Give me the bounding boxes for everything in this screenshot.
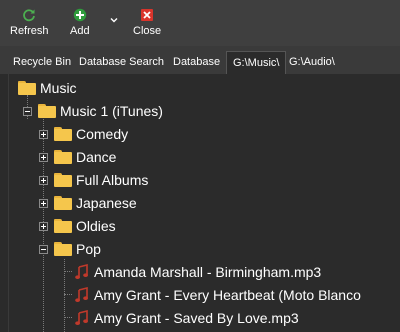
collapse-icon[interactable]	[39, 244, 48, 254]
folder-icon	[54, 219, 72, 233]
folder-icon	[54, 173, 72, 187]
refresh-button[interactable]: Refresh	[10, 8, 49, 42]
refresh-label: Refresh	[10, 25, 49, 37]
tree-item-comedy[interactable]: Comedy	[39, 123, 128, 145]
tree-item-pop[interactable]: Pop	[39, 238, 101, 260]
tab-recycle-bin[interactable]: Recycle Bin	[7, 51, 77, 74]
tab-g-audio[interactable]: G:\Audio\	[283, 51, 341, 74]
expand-icon[interactable]	[39, 129, 48, 139]
toolbar: Refresh Add Close	[0, 0, 400, 46]
tree-item-label: Japanese	[76, 195, 137, 211]
music-note-icon	[75, 310, 88, 325]
tree-file-item[interactable]: Amy Grant - Every Heartbeat (Moto Blanco	[74, 284, 361, 306]
close-label: Close	[133, 25, 162, 37]
tree-item-label: Music 1 (iTunes)	[60, 103, 163, 119]
folder-icon	[54, 196, 72, 210]
tree-item-label: Music	[40, 80, 77, 96]
tree-item-music[interactable]: Music	[18, 77, 77, 99]
add-dropdown-chevron-down-icon[interactable]	[109, 12, 119, 23]
tree-item-label: Pop	[76, 241, 101, 257]
tree-item-label: Dance	[76, 149, 117, 165]
tree-guide	[64, 294, 72, 295]
folder-tree: Music Music 1 (iTunes) Comedy Dance Full…	[0, 74, 400, 332]
folder-icon	[18, 81, 36, 95]
folder-icon	[54, 127, 72, 141]
expand-icon[interactable]	[39, 152, 48, 162]
file-label: Amanda Marshall - Birmingham.mp3	[94, 264, 322, 280]
tree-file-item[interactable]: Amanda Marshall - Birmingham.mp3	[74, 261, 321, 283]
expand-icon[interactable]	[39, 221, 48, 231]
tab-database[interactable]: Database	[167, 51, 226, 74]
tree-guide	[64, 271, 72, 272]
tree-item-label: Comedy	[76, 126, 129, 142]
tree-item-oldies[interactable]: Oldies	[39, 215, 116, 237]
tree-item-japanese[interactable]: Japanese	[39, 192, 137, 214]
tab-bar: Recycle Bin Database Search Database G:\…	[0, 46, 400, 74]
refresh-icon	[22, 8, 36, 22]
tree-guide	[64, 317, 72, 318]
folder-icon	[54, 242, 72, 256]
tree-item-label: Full Albums	[76, 172, 149, 188]
folder-icon	[54, 150, 72, 164]
expand-icon[interactable]	[39, 175, 48, 185]
add-button[interactable]: Add	[70, 8, 90, 42]
tree-item-full-albums[interactable]: Full Albums	[39, 169, 148, 191]
file-label: Amy Grant - Saved By Love.mp3	[94, 310, 299, 326]
collapse-icon[interactable]	[23, 106, 32, 116]
add-icon	[73, 8, 87, 22]
expand-icon[interactable]	[39, 198, 48, 208]
tree-item-music-1-itunes[interactable]: Music 1 (iTunes)	[23, 100, 163, 122]
tree-file-item[interactable]: Amy Grant - Saved By Love.mp3	[74, 307, 299, 329]
music-note-icon	[75, 264, 88, 279]
tree-item-label: Oldies	[76, 218, 116, 234]
close-icon	[140, 8, 154, 22]
music-note-icon	[75, 287, 88, 302]
tree-guide	[64, 259, 65, 332]
folder-icon	[38, 104, 56, 118]
add-label: Add	[70, 25, 90, 37]
file-label: Amy Grant - Every Heartbeat (Moto Blanco	[94, 287, 361, 303]
tree-item-dance[interactable]: Dance	[39, 146, 116, 168]
tab-g-music[interactable]: G:\Music\	[226, 51, 287, 74]
tab-database-search[interactable]: Database Search	[73, 51, 170, 74]
close-button[interactable]: Close	[133, 8, 161, 42]
